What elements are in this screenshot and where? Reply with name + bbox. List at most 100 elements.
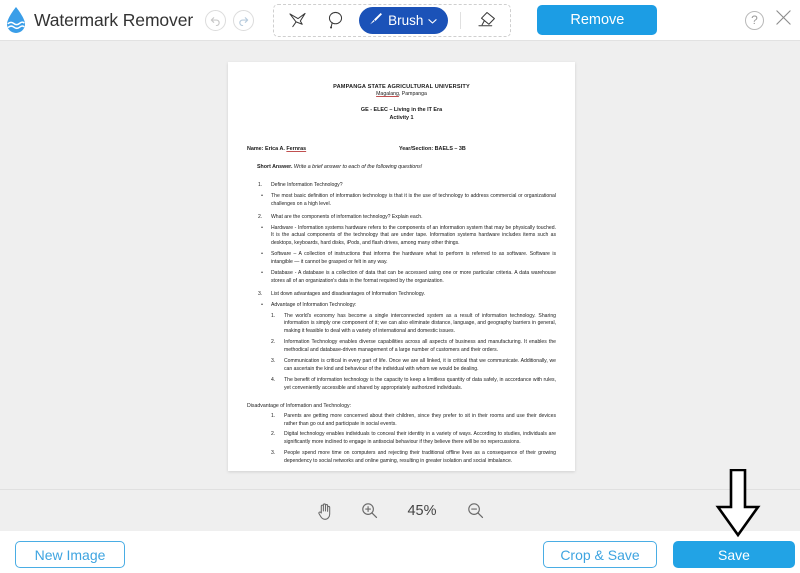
- selection-tools-group: Brush: [273, 3, 512, 37]
- undo-button[interactable]: [205, 9, 227, 31]
- line-text: The world's economy has become a single …: [284, 312, 556, 335]
- document-line: 1. Define Information Technology?: [258, 182, 556, 190]
- chevron-down-icon[interactable]: [428, 13, 437, 28]
- city-name: Magalang: [376, 91, 399, 97]
- line-marker: 2.: [258, 213, 263, 220]
- redo-arrow-icon: [239, 16, 249, 26]
- image-canvas[interactable]: PAMPANGA STATE AGRICULTURAL UNIVERSITY M…: [0, 41, 800, 489]
- instructions: Short Answer. Write a brief answer to ea…: [257, 164, 556, 170]
- line-marker: 1.: [271, 312, 276, 319]
- hand-pan-icon: [318, 502, 331, 520]
- zoom-toolbar: 45%: [0, 489, 800, 531]
- instructions-label: Short Answer.: [257, 164, 293, 170]
- university-name: PAMPANGA STATE AGRICULTURAL UNIVERSITY: [333, 84, 470, 90]
- lasso-icon: [328, 11, 342, 29]
- document-line: • Software – A collection of instructions…: [258, 251, 556, 267]
- brush-icon: [368, 11, 383, 29]
- course-title: GE - ELEC – Living in the IT Era: [360, 107, 443, 113]
- line-text: Advantage of Information Technology:: [271, 301, 357, 308]
- line-text: List down advantages and disadvantages o…: [271, 290, 426, 297]
- document-line: 1. Parents are getting more concerned abo…: [271, 413, 556, 429]
- line-text: The benefit of information technology is…: [284, 376, 556, 391]
- history-buttons: [205, 9, 255, 31]
- document-line: 1. The world's economy has become a singl…: [271, 313, 556, 337]
- disadvantage-list: 1. Parents are getting more concerned abo…: [247, 413, 556, 466]
- line-marker: •: [261, 192, 263, 199]
- polygon-lasso-icon: [289, 12, 306, 27]
- question-mark-icon[interactable]: ?: [745, 10, 764, 30]
- document-body: 1. Define Information Technology? • The mos…: [247, 182, 556, 471]
- hand-pan-tool[interactable]: [314, 500, 336, 522]
- line-marker: 3.: [271, 450, 276, 457]
- line-text: Parents are getting more concerned about…: [284, 412, 556, 427]
- line-text: Software – A collection of instructions …: [271, 251, 556, 266]
- line-marker: 2.: [271, 339, 276, 346]
- document-line: • The most basic definition of informatio…: [258, 193, 556, 209]
- student-info-row: Name: Erica A. Fernras Year/Section: BAE…: [247, 146, 556, 152]
- line-marker: 3.: [271, 358, 276, 365]
- activity-title: Activity 1: [389, 115, 414, 121]
- crop-and-save-button[interactable]: Crop & Save: [543, 541, 657, 568]
- brush-button[interactable]: Brush: [359, 6, 449, 34]
- document-page[interactable]: PAMPANGA STATE AGRICULTURAL UNIVERSITY M…: [228, 62, 575, 471]
- line-text: Hardware - Information systems hardware …: [271, 224, 556, 247]
- document-line: 2. Digital technology enables individuals…: [271, 431, 556, 447]
- line-marker: •: [261, 224, 263, 231]
- zoom-out-icon: [467, 503, 483, 519]
- line-text: Database - A database is a collection of…: [271, 270, 556, 284]
- line-text: Information Technology enables diverse c…: [284, 339, 556, 354]
- close-x-icon[interactable]: [775, 9, 792, 31]
- line-text: People spend more time on computers and …: [284, 450, 556, 465]
- document-line: 2. Information Technology enables diverse…: [271, 339, 556, 355]
- document-line: 3. People spend more time on computers an…: [271, 450, 556, 466]
- line-text: What are the components of information t…: [271, 213, 423, 220]
- document-line: 3. Communication is critical in every par…: [271, 358, 556, 374]
- window-controls: ?: [745, 9, 792, 31]
- brush-label: Brush: [388, 12, 424, 28]
- polygon-lasso-tool[interactable]: [280, 6, 314, 34]
- document-line: • Advantage of Information Technology:: [258, 302, 556, 310]
- line-text: Digital technology enables individuals t…: [284, 431, 556, 446]
- line-text: Communication is critical in every part …: [284, 358, 556, 372]
- document-line: 3. List down advantages and disadvantages…: [258, 291, 556, 299]
- new-image-button[interactable]: New Image: [15, 541, 125, 568]
- line-marker: •: [261, 301, 263, 308]
- document-header: PAMPANGA STATE AGRICULTURAL UNIVERSITY M…: [247, 84, 556, 121]
- line-marker: 3.: [258, 290, 263, 297]
- redo-button[interactable]: [233, 9, 255, 31]
- disadvantage-heading: Disadvantage of Information and Technolo…: [247, 402, 352, 409]
- remove-button[interactable]: Remove: [537, 5, 658, 35]
- question-list: 1. Define Information Technology? • The mos…: [247, 182, 556, 393]
- line-text: The most basic definition of information…: [271, 192, 556, 207]
- line-marker: 1.: [258, 182, 263, 188]
- line-text: Define Information Technology?: [271, 182, 343, 188]
- undo-arrow-icon: [210, 16, 220, 26]
- line-marker: 2.: [271, 431, 276, 438]
- water-drop-icon: [4, 6, 28, 34]
- bottom-action-bar: New Image Crop & Save Save: [0, 531, 800, 573]
- line-marker: 1.: [271, 412, 276, 419]
- lasso-tool[interactable]: [318, 6, 352, 34]
- zoom-out-button[interactable]: [464, 500, 486, 522]
- university-location: Magalang, Pampanga: [247, 91, 556, 97]
- instructions-text: Write a brief answer to each of the foll…: [293, 164, 423, 170]
- province-name: , Pampanga: [398, 91, 427, 97]
- document-line: • Database - A database is a collection o…: [258, 270, 556, 286]
- document-content: PAMPANGA STATE AGRICULTURAL UNIVERSITY M…: [228, 62, 575, 471]
- app-title: Watermark Remover: [34, 9, 194, 30]
- watermark-remover-app: Watermark Remover Brush Remove ? PAMPANG…: [0, 0, 800, 573]
- student-name: Name: Erica A. Fernras: [247, 146, 307, 152]
- year-section: Year/Section: BAELS – 3B: [399, 146, 466, 152]
- line-marker: 4.: [271, 376, 276, 383]
- zoom-in-icon: [361, 503, 377, 519]
- toolbar-divider: [460, 11, 462, 29]
- document-line: • Hardware - Information systems hardware…: [258, 225, 556, 249]
- eraser-icon: [478, 11, 496, 27]
- save-button[interactable]: Save: [673, 541, 795, 568]
- eraser-tool[interactable]: [470, 6, 504, 34]
- brand: Watermark Remover: [0, 6, 193, 34]
- document-line: 4. The benefit of information technology …: [271, 377, 556, 393]
- zoom-in-button[interactable]: [358, 500, 380, 522]
- line-marker: •: [261, 270, 263, 277]
